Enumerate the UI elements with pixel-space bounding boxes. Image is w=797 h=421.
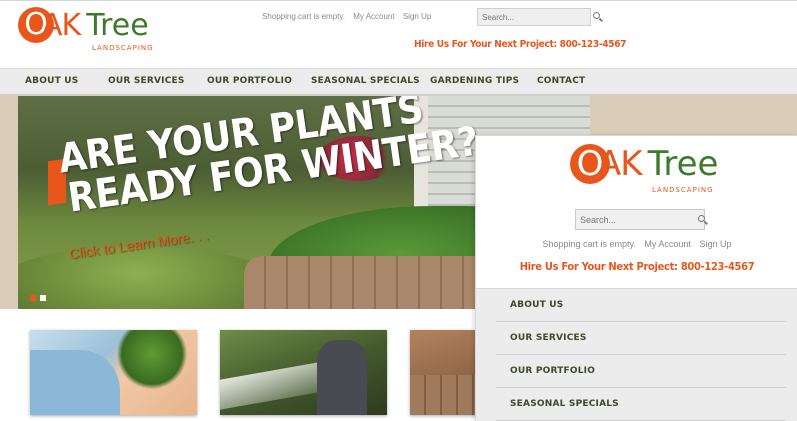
nav-gardening-tips[interactable]: GARDENING TIPS bbox=[430, 76, 519, 86]
nav-contact[interactable]: CONTACT bbox=[537, 76, 585, 86]
mobile-logo-subtitle: LANDSCAPING bbox=[652, 186, 714, 194]
nav-seasonal-specials[interactable]: SEASONAL SPECIALS bbox=[311, 76, 420, 86]
nav-our-services[interactable]: OUR SERVICES bbox=[108, 76, 185, 86]
mobile-hire-us-phone: Hire Us For Your Next Project: 800-123-4… bbox=[519, 260, 755, 273]
mobile-logo[interactable]: O AK Tree LANDSCAPING bbox=[570, 144, 719, 194]
search-input[interactable] bbox=[482, 12, 592, 22]
mobile-nav-about-us[interactable]: ABOUT US bbox=[496, 289, 786, 322]
nav-our-portfolio[interactable]: OUR PORTFOLIO bbox=[207, 76, 292, 86]
mobile-search-input[interactable] bbox=[580, 214, 697, 225]
slider-dots bbox=[30, 295, 46, 301]
sign-up-link[interactable]: Sign Up bbox=[403, 12, 431, 21]
thumbnail-watering[interactable] bbox=[220, 330, 387, 415]
main-nav: ABOUT US OUR SERVICES OUR PORTFOLIO SEAS… bbox=[0, 68, 797, 95]
mobile-nav-label: OUR PORTFOLIO bbox=[510, 366, 596, 376]
mobile-logo-oak-text: AK bbox=[598, 144, 643, 184]
mobile-my-account-link[interactable]: My Account bbox=[644, 239, 691, 249]
mobile-nav-label: OUR SERVICES bbox=[510, 333, 587, 343]
thumb-water-spray-image bbox=[220, 360, 330, 410]
site-header: O AK Tree LANDSCAPING Shopping cart is e… bbox=[0, 0, 797, 68]
mobile-nav-seasonal-specials[interactable]: SEASONAL SPECIALS bbox=[496, 388, 786, 421]
mobile-cart-status: Shopping cart is empty. bbox=[542, 239, 636, 249]
hire-us-phone: Hire Us For Your Next Project: 800-123-4… bbox=[414, 39, 627, 50]
mobile-preview: O AK Tree LANDSCAPING Shopping cart is e… bbox=[475, 135, 797, 421]
utility-links: Shopping cart is empty. My Account Sign … bbox=[262, 12, 437, 21]
mobile-sign-up-link[interactable]: Sign Up bbox=[699, 239, 731, 249]
my-account-link[interactable]: My Account bbox=[353, 12, 394, 21]
logo-oak-text: AK bbox=[42, 7, 81, 43]
cart-status: Shopping cart is empty. bbox=[262, 12, 346, 21]
thumb-arm-image bbox=[30, 350, 120, 415]
logo-subtitle: LANDSCAPING bbox=[92, 44, 154, 52]
logo-tree-text: Tree bbox=[86, 7, 149, 43]
thumb-plant-image bbox=[117, 330, 187, 390]
thumbnail-planting[interactable] bbox=[30, 330, 197, 415]
mobile-nav-our-services[interactable]: OUR SERVICES bbox=[496, 322, 786, 355]
mobile-nav-label: ABOUT US bbox=[510, 300, 564, 310]
slider-dot-2[interactable] bbox=[40, 295, 46, 301]
search-box bbox=[477, 8, 603, 26]
mobile-nav: ABOUT US OUR SERVICES OUR PORTFOLIO SEAS… bbox=[476, 288, 797, 421]
mobile-search-icon[interactable] bbox=[697, 214, 708, 226]
mobile-nav-our-portfolio[interactable]: OUR PORTFOLIO bbox=[496, 355, 786, 388]
mobile-logo-tree-text: Tree bbox=[647, 144, 719, 184]
mobile-nav-label: SEASONAL SPECIALS bbox=[510, 399, 619, 409]
site-logo[interactable]: O AK Tree LANDSCAPING bbox=[18, 7, 153, 52]
slider-dot-1[interactable] bbox=[30, 295, 36, 301]
mobile-utility-links: Shopping cart is empty. My Account Sign … bbox=[476, 239, 797, 249]
thumb-gardener-image bbox=[317, 340, 367, 415]
mobile-search-box bbox=[575, 209, 708, 230]
nav-about-us[interactable]: ABOUT US bbox=[25, 76, 78, 86]
